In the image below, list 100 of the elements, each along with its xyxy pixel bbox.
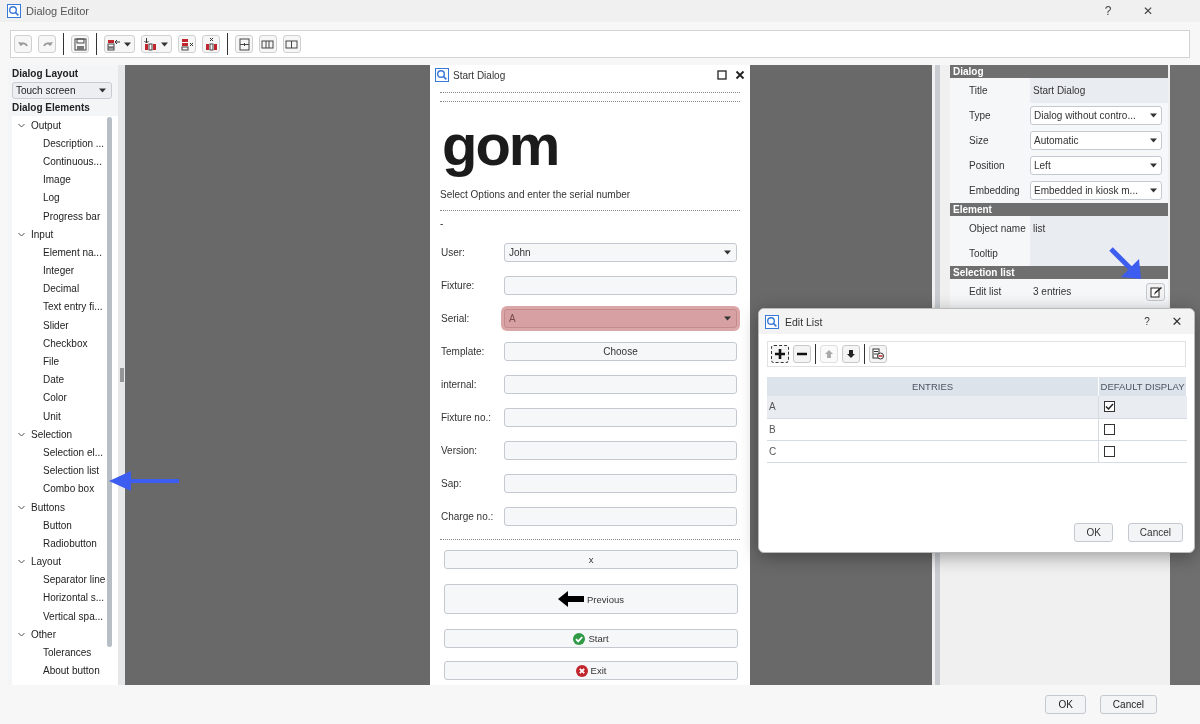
ok-button[interactable]: OK [1045, 695, 1086, 714]
tree-item[interactable]: Element na... [43, 246, 102, 258]
help-button[interactable]: ? [1134, 316, 1160, 327]
columns-button[interactable] [283, 35, 301, 53]
tree-item[interactable]: Output [31, 119, 62, 131]
tree-item[interactable]: Image [43, 174, 71, 186]
tree-item[interactable]: Radiobutton [43, 537, 97, 549]
column-header: DEFAULT DISPLAY [1098, 377, 1187, 396]
columns-icon [285, 37, 299, 51]
back-button[interactable]: Previous [444, 584, 738, 614]
cancel-button[interactable]: Cancel [1127, 523, 1183, 542]
checkbox[interactable] [1104, 423, 1115, 435]
section-header: Element [950, 203, 1168, 216]
dropdown[interactable]: John [504, 242, 737, 262]
tree-item[interactable]: Horizontal s... [43, 592, 105, 604]
caret-icon [1149, 162, 1158, 169]
tree-item[interactable]: Integer [43, 265, 75, 277]
tree-item[interactable]: Description ... [43, 137, 105, 149]
splitter-handle-icon[interactable] [119, 368, 124, 382]
clear-list-button[interactable] [869, 345, 887, 363]
redo-button[interactable] [38, 35, 56, 53]
tree-item[interactable]: Button [43, 519, 72, 531]
property-label: Position [968, 160, 1006, 171]
split-vertical-button[interactable] [235, 35, 253, 53]
tree-item[interactable]: Decimal [43, 283, 80, 295]
dropdown[interactable]: Left [1030, 156, 1162, 175]
scrollbar[interactable] [107, 117, 112, 647]
table-row[interactable]: C [767, 440, 1187, 462]
tree-item[interactable]: About button [43, 665, 100, 677]
edit-button[interactable] [1146, 282, 1165, 301]
text-field[interactable] [504, 275, 737, 295]
tree-item[interactable]: Input [31, 228, 54, 240]
tree-item[interactable]: Combo box [43, 483, 95, 495]
text-field[interactable] [504, 374, 737, 394]
field-label: Sap: [440, 477, 463, 489]
tree-item[interactable]: Other [31, 628, 56, 640]
undo-button[interactable] [14, 35, 32, 53]
move-down-button[interactable] [842, 345, 860, 363]
text-field[interactable] [504, 440, 737, 460]
tree-item[interactable]: Separator line [43, 574, 106, 586]
close-button[interactable]: ✕ [1166, 314, 1188, 329]
table-row[interactable]: B [767, 418, 1187, 440]
dropdown[interactable]: Embedded in kiosk m... [1030, 181, 1162, 200]
text-field[interactable] [504, 473, 737, 493]
insert-left-button[interactable] [141, 35, 172, 53]
split-horizontal-button[interactable] [259, 35, 277, 53]
maximize-icon[interactable] [717, 70, 727, 80]
field-label: Fixture: [440, 279, 476, 291]
help-button[interactable]: ? [1098, 4, 1118, 18]
table-cell: B [767, 418, 1099, 440]
close-button[interactable]: ✕ [1138, 4, 1158, 18]
tree-item[interactable]: Continuous... [43, 155, 102, 167]
tree-item[interactable]: Tolerances [43, 647, 92, 659]
property-value: list [1030, 216, 1168, 241]
field-label: Charge no.: [440, 510, 495, 522]
action-button[interactable]: x [444, 550, 738, 569]
table-cell: A [767, 396, 1099, 418]
tree-item[interactable]: Progress bar [43, 210, 101, 222]
tree-item[interactable]: Selection list [43, 465, 100, 477]
start-button[interactable]: Start [444, 629, 738, 648]
tree-item[interactable]: Vertical spa... [43, 610, 104, 622]
tree-item[interactable]: Layout [31, 556, 62, 568]
remove-row-button[interactable] [178, 35, 196, 53]
ok-button[interactable]: OK [1074, 523, 1113, 542]
remove-column-button[interactable] [202, 35, 220, 53]
property-label: Type [968, 110, 992, 121]
cancel-button[interactable]: Cancel [1099, 695, 1157, 714]
checkbox[interactable] [1104, 401, 1115, 413]
dropdown[interactable]: Dialog without contro... [1030, 106, 1162, 125]
app-icon [7, 4, 21, 18]
property-value: 3 entries [1032, 286, 1073, 297]
tree-item[interactable]: Color [43, 392, 67, 404]
dropdown[interactable]: Automatic [1030, 131, 1162, 150]
text-field[interactable] [504, 506, 737, 526]
tree-item[interactable]: Buttons [31, 501, 65, 513]
caret-icon [160, 40, 169, 48]
tree-item[interactable]: Unit [43, 410, 61, 422]
tree-item[interactable]: Slider [43, 319, 69, 331]
choose-button[interactable]: Choose [504, 341, 737, 361]
field-label: Serial: [440, 312, 471, 324]
insert-above-button[interactable] [104, 35, 135, 53]
tree-item[interactable]: Log [43, 192, 60, 204]
check-icon [573, 632, 586, 645]
tree-item[interactable]: Selection [31, 428, 73, 440]
close-icon[interactable] [735, 70, 745, 80]
tree-item[interactable]: Date [43, 374, 65, 386]
add-button[interactable] [771, 345, 789, 363]
save-button[interactable] [71, 35, 89, 53]
exit-button[interactable]: Exit [444, 661, 738, 680]
tree-item[interactable]: File [43, 356, 60, 368]
checkbox[interactable] [1104, 445, 1115, 457]
remove-button[interactable] [793, 345, 811, 363]
cross-icon [575, 664, 588, 677]
text-field[interactable] [504, 407, 737, 427]
table-row[interactable]: A [767, 396, 1187, 418]
dropdown[interactable]: Touch screen [12, 82, 112, 99]
tree-item[interactable]: Text entry fi... [43, 301, 103, 313]
tree-item[interactable]: Selection el... [43, 446, 104, 458]
clear-list-icon [872, 348, 884, 360]
tree-item[interactable]: Checkbox [43, 337, 88, 349]
